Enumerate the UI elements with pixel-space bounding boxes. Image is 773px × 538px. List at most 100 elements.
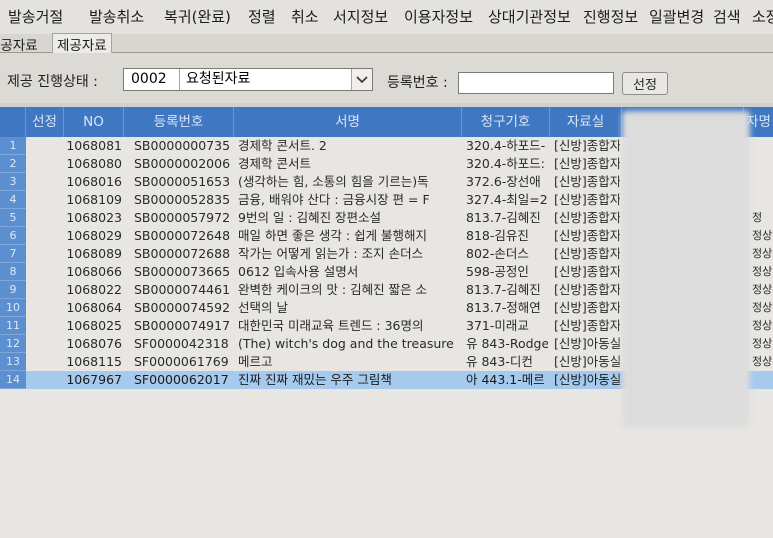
cell-room: [신방]아동실 — [554, 336, 620, 351]
filter-panel: 제공 진행상태 : 0002 요청된자료 등록번호 : 선정 — [0, 53, 773, 103]
cell-status: 정상 — [752, 337, 773, 350]
menu-bib-info[interactable]: 서지정보 — [333, 6, 388, 27]
row-number: 2 — [0, 155, 26, 173]
cell-regno: SB0000072688 — [134, 246, 231, 261]
row-number: 12 — [0, 335, 26, 353]
row-number: 3 — [0, 173, 26, 191]
cell-title: 경제학 콘서트. 2 — [238, 138, 327, 153]
redacted-area — [622, 111, 750, 427]
cell-regno: SB0000000735 — [134, 138, 231, 153]
menu-send-reject[interactable]: 발송거절 — [8, 6, 63, 27]
menu-cancel[interactable]: 취소 — [291, 6, 319, 27]
cell-regno: SB0000051653 — [134, 174, 231, 189]
menu-search[interactable]: 검색 — [713, 6, 741, 27]
cell-no: 1068109 — [66, 192, 122, 207]
header-title[interactable]: 서명 — [234, 107, 462, 137]
cell-no: 1068066 — [66, 264, 122, 279]
row-number: 4 — [0, 191, 26, 209]
cell-no: 1068115 — [66, 354, 122, 369]
status-label: 제공 진행상태 : — [7, 74, 98, 90]
cell-no: 1068080 — [66, 156, 122, 171]
select-button[interactable]: 선정 — [622, 72, 668, 95]
cell-regno: SB0000074461 — [134, 282, 231, 297]
tab-strip: 제공자료 제공자료 — [0, 33, 773, 54]
cell-no: 1068029 — [66, 228, 122, 243]
cell-callno: 유 843-디컨 — [466, 354, 533, 369]
cell-no: 1068023 — [66, 210, 122, 225]
cell-room: [신방]종합자 — [554, 318, 620, 333]
cell-title: 메르고 — [238, 354, 273, 369]
cell-callno: 유 843-Rodge — [466, 336, 548, 351]
cell-no: 1068064 — [66, 300, 122, 315]
cell-status: 정상 — [752, 319, 773, 332]
header-callno[interactable]: 청구기호 — [462, 107, 550, 137]
header-select[interactable]: 선정 — [26, 107, 64, 137]
cell-no: 1068076 — [66, 336, 122, 351]
cell-regno: SF0000061769 — [134, 354, 229, 369]
cell-regno: SB0000057972 — [134, 210, 231, 225]
cell-callno: 372.6-장선애 — [466, 174, 541, 189]
cell-regno: SB0000074592 — [134, 300, 231, 315]
cell-title: 완벽한 케이크의 맛 : 김혜진 짧은 소 — [238, 282, 428, 297]
menu-progress-info[interactable]: 진행정보 — [583, 6, 638, 27]
cell-title: 매일 하면 좋은 생각 : 쉽게 불행해지 — [238, 228, 428, 243]
cell-regno: SB0000073665 — [134, 264, 231, 279]
cell-no: 1068016 — [66, 174, 122, 189]
chevron-down-icon — [356, 75, 368, 83]
cell-no: 1068025 — [66, 318, 122, 333]
cell-status: 정상 — [752, 229, 773, 242]
row-number: 5 — [0, 209, 26, 227]
cell-status: 정상 — [752, 247, 773, 260]
header-room[interactable]: 자료실 — [550, 107, 622, 137]
row-number: 9 — [0, 281, 26, 299]
cell-regno: SF0000042318 — [134, 336, 229, 351]
cell-regno: SF0000062017 — [134, 372, 229, 387]
row-number: 1 — [0, 137, 26, 155]
row-number: 8 — [0, 263, 26, 281]
cell-title: 작가는 어떻게 읽는가 : 조지 손더스 — [238, 246, 424, 261]
cell-room: [신방]아동실 — [554, 372, 620, 387]
status-text: 요청된자료 — [186, 71, 251, 87]
regno-input[interactable] — [458, 72, 614, 94]
menu-send-cancel[interactable]: 발송취소 — [89, 6, 144, 27]
menu-bar: 발송거절 발송취소 복귀(완료) 정렬 취소 서지정보 이용자정보 상대기관정보… — [0, 0, 773, 35]
status-combo[interactable]: 0002 요청된자료 — [123, 68, 373, 91]
menu-return-complete[interactable]: 복귀(완료) — [164, 6, 231, 27]
cell-no: 1067967 — [66, 372, 122, 387]
cell-room: [신방]종합자 — [554, 228, 620, 243]
cell-room: [신방]종합자 — [554, 156, 620, 171]
menu-user-info[interactable]: 이용자정보 — [404, 6, 473, 27]
cell-callno: 320.4-하포드- — [466, 138, 546, 153]
cell-callno: 371-미래교 — [466, 318, 529, 333]
cell-callno: 818-김유진 — [466, 228, 529, 243]
cell-title: (생각하는 힘, 소통의 힘을 기르는)독 — [238, 174, 429, 189]
cell-room: [신방]종합자 — [554, 174, 620, 189]
cell-regno: SB0000002006 — [134, 156, 231, 171]
cell-title: 대한민국 미래교육 트렌드 : 36명의 — [238, 318, 424, 333]
cell-status: 정상 — [752, 283, 773, 296]
cell-callno: 아 443.1-메르 — [466, 372, 545, 387]
cell-room: [신방]종합자 — [554, 210, 620, 225]
row-number: 11 — [0, 317, 26, 335]
regno-label: 등록번호 : — [387, 75, 448, 91]
cell-title: 진짜 진짜 재밌는 우주 그림책 — [238, 372, 392, 387]
cell-status: 정상 — [752, 355, 773, 368]
cell-callno: 598-공정인 — [466, 264, 529, 279]
dropdown-button[interactable] — [351, 69, 372, 90]
header-no[interactable]: NO — [64, 107, 124, 137]
menu-holdings[interactable]: 소장 — [752, 6, 773, 27]
header-regno[interactable]: 등록번호 — [124, 107, 234, 137]
cell-room: [신방]아동실 — [554, 354, 620, 369]
cell-callno: 802-손더스 — [466, 246, 529, 261]
tab-provided-2[interactable]: 제공자료 — [52, 33, 112, 54]
cell-callno: 327.4-최일=2 — [466, 192, 548, 207]
cell-regno: SB0000072648 — [134, 228, 231, 243]
cell-title: 0612 입속사용 설명서 — [238, 264, 359, 279]
menu-sort[interactable]: 정렬 — [248, 6, 276, 27]
tab-provided-1[interactable]: 제공자료 — [0, 34, 38, 54]
menu-partner-info[interactable]: 상대기관정보 — [488, 6, 571, 27]
cell-title: 선택의 날 — [238, 300, 288, 315]
header-corner — [0, 107, 26, 137]
menu-batch-change[interactable]: 일괄변경 — [649, 6, 704, 27]
row-number: 6 — [0, 227, 26, 245]
